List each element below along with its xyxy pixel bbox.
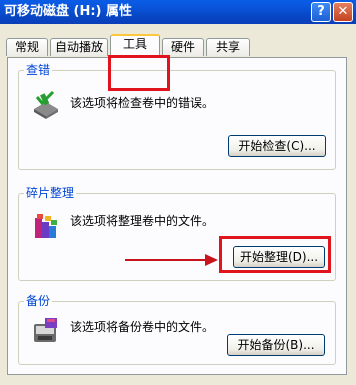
check-disk-icon xyxy=(34,91,58,119)
group-title: 查错 xyxy=(24,63,53,77)
backup-icon xyxy=(34,318,57,342)
tab-general[interactable]: 常规 xyxy=(6,38,48,56)
tab-hardware[interactable]: 硬件 xyxy=(162,38,204,56)
help-button[interactable]: ? xyxy=(311,2,331,22)
dialog-content: 常规 自动播放 工具 硬件 共享 查错 该选项将检查卷中的错误。 开始检查(C)… xyxy=(0,24,356,385)
window-title: 可移动磁盘 (H:) 属性 xyxy=(4,4,133,19)
start-backup-button[interactable]: 开始备份(B)... xyxy=(227,334,325,356)
group-description: 该选项将检查卷中的错误。 xyxy=(70,96,215,110)
tab-autoplay[interactable]: 自动播放 xyxy=(50,38,108,56)
tab-sharing[interactable]: 共享 xyxy=(206,38,250,56)
error-check-group: 查错 该选项将检查卷中的错误。 开始检查(C)... xyxy=(18,63,336,170)
group-title: 备份 xyxy=(24,294,53,308)
group-description: 该选项将备份卷中的文件。 xyxy=(70,320,215,334)
defrag-button-highlight xyxy=(219,236,331,273)
title-bar[interactable]: 可移动磁盘 (H:) 属性 ? ✕ xyxy=(0,0,356,24)
start-check-button[interactable]: 开始检查(C)... xyxy=(228,135,326,157)
close-button[interactable]: ✕ xyxy=(333,2,353,22)
backup-group: 备份 该选项将备份卷中的文件。 开始备份(B)... xyxy=(18,294,336,365)
tools-panel: 查错 该选项将检查卷中的错误。 开始检查(C)... 碎片整理 该选项将整理卷中… xyxy=(7,57,347,375)
group-description: 该选项将整理卷中的文件。 xyxy=(70,214,215,228)
pointer-arrow-icon xyxy=(125,254,218,266)
group-title: 碎片整理 xyxy=(24,186,77,200)
tools-tab-highlight xyxy=(108,55,170,91)
defrag-icon xyxy=(35,214,57,238)
